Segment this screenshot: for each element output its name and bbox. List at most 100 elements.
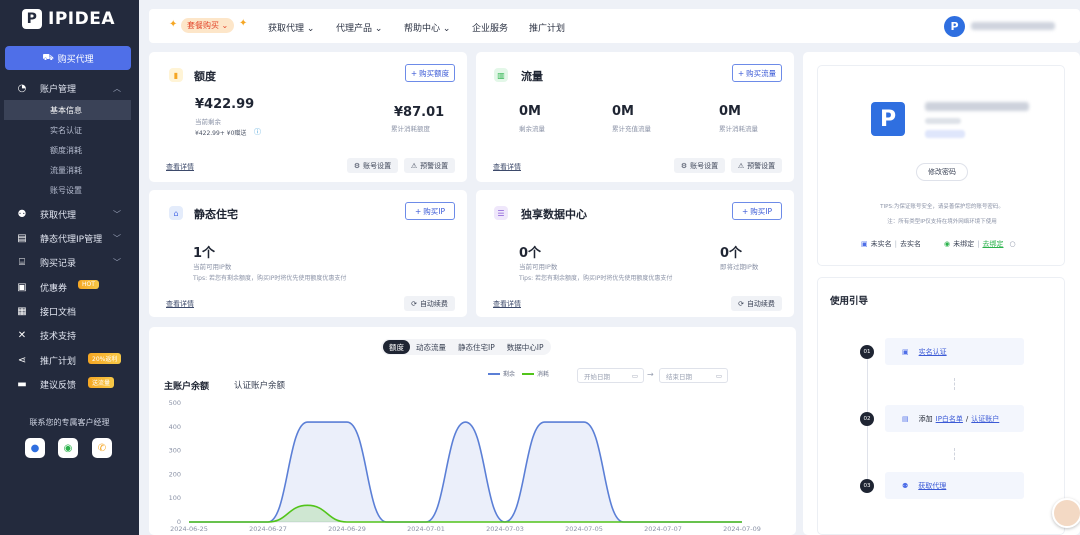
sidebar-item-support[interactable]: ✕ 技术支持: [0, 324, 139, 346]
manager-title: 联系您的专属客户经理: [29, 418, 110, 427]
quota-detail: ¥422.99+ ¥0赠送: [195, 130, 247, 137]
wechat-contact-icon[interactable]: ◉: [58, 438, 78, 458]
renew-icon: ⟳: [738, 299, 744, 308]
brand-logo[interactable]: P IPIDEA: [22, 9, 115, 29]
auto-renew-button[interactable]: ⟳ 自动续费: [404, 296, 455, 311]
alert-settings-button[interactable]: ⚠ 预警设置: [404, 158, 455, 173]
alert-settings-button[interactable]: ⚠ 预警设置: [731, 158, 782, 173]
gift-icon: ⌸: [19, 256, 25, 268]
rebate-badge: 20%返利: [88, 353, 122, 364]
buy-ip-button[interactable]: + 购买IP: [732, 202, 782, 220]
sidebar-sub-basic-info[interactable]: 基本信息: [4, 100, 131, 120]
dc-details-link[interactable]: 查看详情: [493, 299, 521, 309]
guide-step-whitelist[interactable]: ▤ 添加 IP白名单 / 认证账户: [885, 405, 1024, 432]
y-tick-label: 100: [169, 494, 181, 502]
buy-ip-button[interactable]: + 购买IP: [405, 202, 455, 220]
buy-proxy-label: 购买代理: [57, 54, 94, 65]
subtab-main-balance[interactable]: 主账户余额: [164, 379, 209, 392]
info-icon[interactable]: ⓘ: [254, 127, 261, 137]
static-details-link[interactable]: 查看详情: [166, 299, 194, 309]
username-blurred[interactable]: [971, 22, 1055, 30]
guide-step-get-proxy[interactable]: ⚉ 获取代理: [885, 472, 1024, 499]
topnav-enterprise[interactable]: 企业服务: [472, 21, 508, 34]
balance-chart: 01002003004005002024-06-25 2024-06-27 2024…: [169, 399, 761, 533]
account-settings-button[interactable]: ⚙ 账号设置: [674, 158, 725, 173]
sidebar-item-purchase-records[interactable]: ⌸ 购买记录 ﹀: [0, 251, 139, 273]
logo-mark-icon: P: [22, 9, 42, 29]
house-icon: ⌂: [169, 206, 183, 220]
tab-static-ip[interactable]: 静态住宅IP: [452, 340, 501, 354]
brand-name: IPIDEA: [48, 9, 115, 29]
x-tick-label: 2024-07-09: [723, 525, 761, 533]
user-gear-icon: ⚙: [680, 161, 688, 170]
go-bind-link[interactable]: 去绑定: [982, 239, 1003, 249]
security-tips: TIPS:为保证账号安全，请妥善保护您的账号密码。: [880, 204, 1004, 210]
y-tick-label: 200: [169, 470, 181, 478]
buy-traffic-button[interactable]: + 购买流量: [732, 64, 782, 82]
x-tick-label: 2024-07-07: [644, 525, 682, 533]
tab-datacenter-ip[interactable]: 数据中心IP: [501, 340, 550, 354]
tab-dynamic-traffic[interactable]: 动态流量: [410, 340, 452, 354]
sidebar-item-coupons[interactable]: ▣ 优惠券 HOT: [0, 276, 139, 298]
step-number: 02: [860, 412, 874, 426]
end-date-input[interactable]: 结束日期 ▭: [659, 368, 728, 383]
sidebar-item-referral[interactable]: ⋖ 推广计划 20%返利: [0, 349, 139, 371]
sidebar-sub-account-settings[interactable]: 账号设置: [4, 180, 131, 200]
sidebar-item-label: 技术支持: [40, 331, 77, 342]
sidebar-sub-verify[interactable]: 实名认证: [4, 120, 131, 140]
guide-dash: [954, 448, 955, 460]
traffic-gift-badge: 送流量: [88, 377, 115, 388]
coupon-icon: ▣: [17, 281, 27, 293]
buy-quota-button[interactable]: + 购买额度: [405, 64, 455, 82]
guide-title: 使用引导: [830, 296, 869, 307]
phone-contact-icon[interactable]: ✆: [92, 438, 112, 458]
sidebar-item-get-proxy[interactable]: ⚉ 获取代理 ﹀: [0, 203, 139, 225]
subtab-auth-balance[interactable]: 认证账户余额: [234, 379, 285, 391]
share-icon: ⋖: [17, 354, 27, 366]
package-purchase-button[interactable]: 套餐购买 ⌄: [181, 18, 235, 33]
tab-quota[interactable]: 额度: [383, 340, 410, 354]
checklist-icon: ▤: [902, 414, 909, 423]
real-name-status: ▣ 未实名 | 去实名: [861, 239, 921, 249]
auto-renew-button[interactable]: ⟳ 自动续费: [731, 296, 782, 311]
x-tick-label: 2024-06-27: [249, 525, 287, 533]
account-settings-button[interactable]: ⚙ 账号设置: [347, 158, 398, 173]
guide-dash: [954, 378, 955, 390]
start-date-input[interactable]: 开始日期 ▭: [577, 368, 644, 383]
topnav-help-center[interactable]: 帮助中心 ⌄: [404, 21, 450, 34]
traffic-consumed: 0M: [719, 104, 741, 119]
profile-card: P 修改密码 TIPS:为保证账号安全，请妥善保护您的账号密码。 注：所有类型I…: [817, 65, 1065, 266]
customer-service-avatar[interactable]: [1052, 498, 1080, 528]
step-number: 03: [860, 479, 874, 493]
traffic-details-link[interactable]: 查看详情: [493, 162, 521, 172]
avatar[interactable]: P: [944, 16, 965, 37]
quota-details-link[interactable]: 查看详情: [166, 162, 194, 172]
user-plus-icon: ⚉: [902, 481, 909, 490]
quota-consumed-label: 累计消耗额度: [391, 125, 430, 133]
buy-proxy-button[interactable]: ⛟ 购买代理: [5, 46, 131, 70]
topnav-get-proxy[interactable]: 获取代理 ⌄: [268, 21, 314, 34]
sidebar-item-static-ip[interactable]: ▤ 静态代理IP管理 ﹀: [0, 227, 139, 249]
sidebar-item-label: 接口文档: [40, 307, 77, 318]
wechat-bind-status: ◉ 未绑定 | 去绑定 ○: [944, 239, 1016, 249]
edit-password-button[interactable]: 修改密码: [916, 163, 968, 181]
sidebar-item-feedback[interactable]: ▬ 建议反馈 送流量: [0, 373, 139, 395]
chevron-up-icon: ︿: [113, 83, 121, 93]
sidebar-sub-quota-usage[interactable]: 额度消耗: [4, 140, 131, 160]
whitelist-link[interactable]: IP白名单: [936, 414, 963, 424]
sidebar-item-account[interactable]: ◔ 账户管理 ︿: [0, 77, 139, 99]
guide-step-verify[interactable]: ▣ 实名认证: [885, 338, 1024, 365]
quota-remaining-label: 当前剩余: [195, 118, 221, 126]
topnav-proxy-products[interactable]: 代理产品 ⌄: [336, 21, 382, 34]
pie-chart-icon: ◔: [17, 82, 27, 94]
dc-expiring-label: 即将过期IP数: [720, 263, 759, 271]
sidebar-sub-traffic-usage[interactable]: 流量消耗: [4, 160, 131, 180]
static-ip-count-label: 当前可用IP数: [193, 263, 232, 271]
legend-swatch-remaining: [488, 372, 500, 375]
calendar-icon: ▭: [631, 371, 638, 380]
sidebar-item-api-docs[interactable]: ▦ 接口文档: [0, 300, 139, 322]
topnav-referral[interactable]: 推广计划: [529, 21, 565, 34]
go-verify-link[interactable]: 去实名: [900, 239, 921, 249]
auth-account-link[interactable]: 认证账户: [971, 414, 999, 424]
qq-contact-icon[interactable]: ●: [25, 438, 45, 458]
